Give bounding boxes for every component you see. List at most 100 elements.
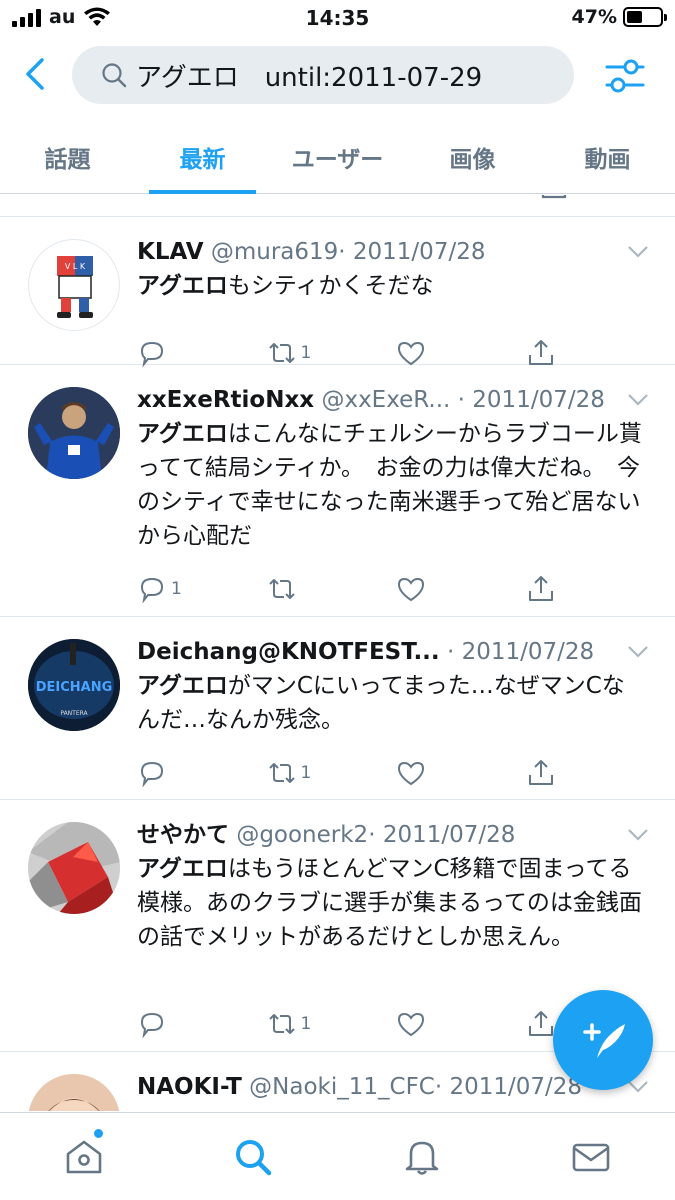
search-icon [102, 63, 127, 88]
explore-icon [236, 1139, 272, 1175]
like-button[interactable] [396, 571, 526, 607]
avatar-logo-text: V L K [65, 262, 86, 271]
retweet-icon [268, 343, 295, 363]
notification-dot [94, 1129, 103, 1138]
avatar-logo-subtext: PANTERA [60, 710, 88, 717]
nav-messages[interactable] [506, 1113, 675, 1200]
author-handle: @xxExeR... [321, 387, 451, 413]
notifications-icon [405, 1141, 439, 1175]
share-button[interactable] [526, 571, 656, 607]
like-icon [397, 1012, 425, 1037]
reply-button[interactable] [137, 1006, 267, 1042]
tweet-item[interactable]: DEICHANG PANTERA Deichang@KNOTFEST... · … [0, 617, 675, 800]
author-name[interactable]: KLAV [137, 239, 204, 265]
nav-home[interactable] [0, 1113, 169, 1200]
tweet-date: · 2011/07/28 [434, 1074, 583, 1100]
reply-count: 1 [171, 579, 182, 599]
reply-icon [140, 577, 164, 604]
retweet-icon [268, 763, 295, 783]
status-bar: au 14:35 47% [0, 0, 675, 38]
tweet-text-rest: もシティかくそだな [227, 273, 434, 299]
share-icon[interactable] [541, 195, 567, 201]
search-tabs: 話題 最新 ユーザー 画像 動画 [0, 126, 675, 194]
tweet-body: KLAV @mura619· 2011/07/28 アグエロもシティかくそだな [137, 235, 655, 303]
bottom-nav [0, 1112, 675, 1200]
filter-icon[interactable] [603, 54, 647, 98]
author-name[interactable]: せやかて [137, 822, 229, 848]
retweet-button[interactable]: 1 [267, 755, 397, 791]
tweet-header: KLAV @mura619· 2011/07/28 [137, 235, 655, 269]
messages-icon [572, 1143, 609, 1171]
chevron-down-icon[interactable] [627, 245, 649, 259]
tweet-text: アグエロはこんなにチェルシーからラブコール貰ってて結局シティか。 お金の力は偉大… [137, 417, 655, 553]
tweet-item[interactable]: V L K KLAV @mura619· 2011/07/28 アグエロもシティ… [0, 217, 675, 368]
reply-button[interactable] [137, 755, 267, 791]
tweet-body: xxExeRtioNxx @xxExeR... · 2011/07/28 アグエ… [137, 383, 655, 553]
tab-top[interactable]: 話題 [0, 126, 135, 193]
like-icon [397, 341, 425, 366]
avatar[interactable]: DEICHANG PANTERA [28, 639, 120, 731]
reply-icon [140, 341, 164, 368]
reply-icon [140, 1012, 164, 1039]
partial-tweet [0, 195, 675, 217]
retweet-button[interactable]: 1 [267, 1006, 397, 1042]
like-button[interactable] [396, 755, 526, 791]
status-right: 47% [571, 6, 667, 28]
tab-latest[interactable]: 最新 [135, 126, 270, 194]
like-icon [397, 577, 425, 602]
tweet-item[interactable]: xxExeRtioNxx @xxExeR... · 2011/07/28 アグエ… [0, 365, 675, 617]
share-icon [528, 576, 553, 601]
chevron-down-icon[interactable] [627, 645, 649, 659]
tweet-feed: V L K KLAV @mura619· 2011/07/28 アグエロもシティ… [0, 195, 675, 1111]
battery-icon [623, 7, 667, 27]
share-button[interactable] [526, 755, 656, 791]
tweet-text: アグエロはもうほとんどマンC移籍で固まってる模様。あのクラブに選手が集まるっての… [137, 852, 655, 954]
tweet-header: せやかて @goonerk2· 2011/07/28 [137, 818, 655, 852]
share-icon [528, 340, 553, 365]
chevron-down-icon[interactable] [627, 828, 649, 842]
avatar[interactable] [28, 387, 120, 479]
tweet-header: Deichang@KNOTFEST... · 2011/07/28 [137, 635, 655, 669]
nav-notifications[interactable] [338, 1113, 507, 1200]
author-handle: @Naoki_11_CFC [249, 1074, 435, 1100]
tab-people[interactable]: ユーザー [270, 126, 405, 193]
author-name[interactable]: Deichang@KNOTFEST... [137, 639, 440, 665]
search-query: アグエロ until:2011-07-29 [136, 62, 483, 93]
retweet-icon [268, 1014, 295, 1034]
tweet-body: せやかて @goonerk2· 2011/07/28 アグエロはもうほとんどマン… [137, 818, 655, 954]
keyword-highlight: アグエロ [137, 421, 228, 447]
tweet-date: · 2011/07/28 [368, 822, 516, 848]
search-input[interactable]: アグエロ until:2011-07-29 [72, 46, 574, 104]
like-button[interactable] [396, 1006, 526, 1042]
avatar[interactable] [28, 1074, 120, 1111]
avatar[interactable] [28, 822, 120, 914]
retweet-button[interactable] [267, 571, 397, 607]
tweet-actions: 1 [137, 755, 655, 791]
tweet-date: · 2011/07/28 [338, 239, 486, 265]
tweet-body: Deichang@KNOTFEST... · 2011/07/28 アグエロがマ… [137, 635, 655, 737]
author-name[interactable]: xxExeRtioNxx [137, 387, 314, 413]
author-name[interactable]: NAOKI-T [137, 1074, 242, 1100]
compose-button[interactable] [553, 990, 653, 1090]
retweet-icon [268, 579, 295, 599]
like-icon [397, 761, 425, 786]
reply-button[interactable]: 1 [137, 571, 267, 607]
nav-explore[interactable] [169, 1113, 338, 1200]
tab-photos[interactable]: 画像 [405, 126, 540, 193]
tweet-actions: 1 [137, 571, 655, 607]
share-icon [528, 1011, 553, 1036]
chevron-down-icon[interactable] [627, 1080, 649, 1094]
reply-icon [140, 761, 164, 788]
avatar-logo-text: DEICHANG [36, 680, 113, 695]
battery-percent: 47% [571, 6, 617, 28]
tab-videos[interactable]: 動画 [540, 126, 675, 193]
keyword-highlight: アグエロ [137, 673, 228, 699]
home-icon [67, 1140, 102, 1173]
back-icon[interactable] [16, 54, 56, 94]
retweet-count: 1 [300, 1014, 312, 1034]
author-handle: @goonerk2 [236, 822, 369, 848]
avatar[interactable]: V L K [28, 239, 120, 331]
retweet-count: 1 [300, 763, 312, 783]
chevron-down-icon[interactable] [627, 393, 649, 407]
retweet-count: 1 [300, 343, 312, 363]
